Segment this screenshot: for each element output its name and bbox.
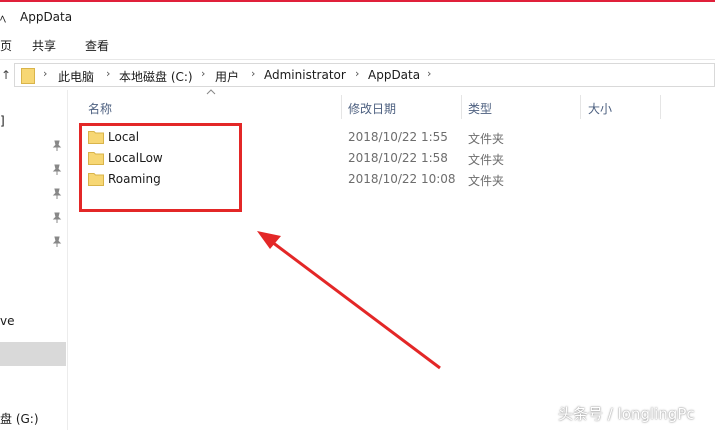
explorer-window: ﾍ AppData 页 共享 查看 ↑ › 此电脑 › 本地磁盘 (C:) › … [0,0,715,430]
watermark-text: 头条号 / longlingPc [558,405,695,423]
annotation-arrow [257,231,441,370]
